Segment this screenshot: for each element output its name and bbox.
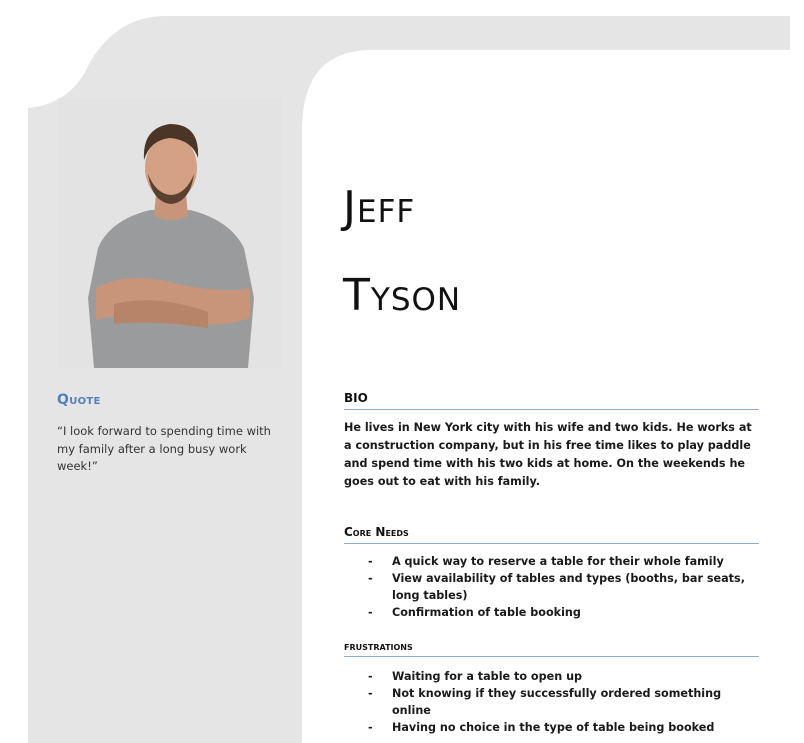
- frustrations-heading: Frustrations: [344, 643, 759, 657]
- list-item: - Confirmation of table booking: [344, 604, 759, 621]
- frustrations-list: - Waiting for a table to open up - Not kno…: [344, 668, 759, 736]
- list-item: - Having no choice in the type of table b…: [344, 719, 759, 736]
- bio-text: He lives in New York city with his wife …: [344, 421, 752, 488]
- list-item-text: A quick way to reserve a table for their…: [392, 555, 724, 568]
- list-item-text: Waiting for a table to open up: [392, 670, 583, 683]
- list-item: - A quick way to reserve a table for thei…: [344, 553, 759, 570]
- persona-first-name: Jeff: [343, 182, 416, 233]
- core-needs-heading: Core Needs: [344, 525, 759, 544]
- dash-bullet: -: [368, 555, 373, 568]
- profile-photo: [58, 98, 282, 368]
- dash-bullet: -: [368, 687, 373, 700]
- persona-last-name: Tyson: [343, 270, 462, 321]
- dash-bullet: -: [368, 721, 373, 734]
- dash-bullet: -: [368, 670, 373, 683]
- quote-text: “I look forward to spending time with my…: [57, 424, 271, 473]
- list-item-text: Having no choice in the type of table be…: [392, 721, 715, 734]
- bio-heading: BIO: [344, 391, 759, 410]
- list-item-text: Not knowing if they successfully ordered…: [392, 687, 722, 717]
- list-item: - View availability of tables and types (…: [344, 570, 759, 604]
- dash-bullet: -: [368, 572, 373, 585]
- list-item: - Not knowing if they successfully ordere…: [344, 685, 759, 719]
- list-item: - Waiting for a table to open up: [344, 668, 759, 685]
- quote-heading: Quote: [57, 392, 101, 408]
- dash-bullet: -: [368, 606, 373, 619]
- core-needs-list: - A quick way to reserve a table for thei…: [344, 553, 759, 621]
- list-item-text: Confirmation of table booking: [392, 606, 581, 619]
- list-item-text: View availability of tables and types (b…: [392, 572, 745, 602]
